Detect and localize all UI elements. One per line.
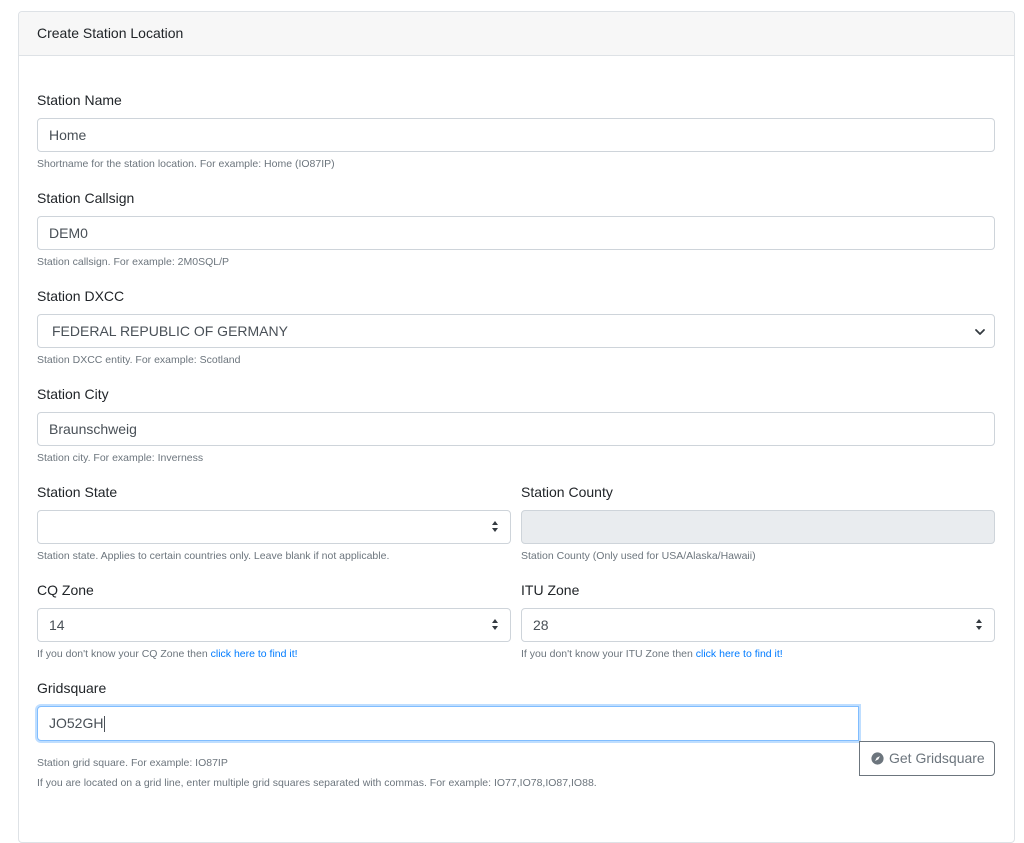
itu-zone-value: 28 — [533, 617, 549, 633]
gridsquare-input[interactable]: JO52GH — [37, 706, 859, 741]
station-city-group: Station City Braunschweig Station city. … — [37, 384, 995, 465]
cq-zone-group: CQ Zone 14 If you don't know your CQ Zon… — [37, 580, 511, 661]
gridsquare-help-2: If you are located on a grid line, enter… — [37, 777, 597, 789]
cq-zone-help-link[interactable]: click here to find it! — [211, 648, 298, 660]
station-name-group: Station Name Home Shortname for the stat… — [37, 90, 995, 171]
select-caret-icon — [492, 520, 499, 534]
select-caret-icon — [976, 618, 983, 632]
card-header: Create Station Location — [19, 12, 1014, 56]
cq-zone-help: If you don't know your CQ Zone then clic… — [37, 647, 511, 661]
cq-zone-value: 14 — [49, 617, 65, 633]
station-dxcc-value: FEDERAL REPUBLIC OF GERMANY — [52, 323, 288, 339]
compass-icon — [871, 752, 884, 765]
cq-zone-help-text: If you don't know your CQ Zone then — [37, 648, 211, 660]
station-callsign-input[interactable]: DEM0 — [37, 216, 995, 250]
cq-zone-label: CQ Zone — [37, 582, 94, 598]
station-state-help: Station state. Applies to certain countr… — [37, 550, 390, 562]
station-card: Create Station Location Station Name Hom… — [18, 11, 1015, 843]
station-callsign-group: Station Callsign DEM0 Station callsign. … — [37, 188, 995, 269]
station-county-group: Station County Station County (Only used… — [521, 482, 995, 563]
station-name-label: Station Name — [37, 92, 122, 108]
select-caret-icon — [492, 618, 499, 632]
itu-zone-label: ITU Zone — [521, 582, 580, 598]
station-name-input[interactable]: Home — [37, 118, 995, 152]
station-county-help: Station County (Only used for USA/Alaska… — [521, 550, 756, 562]
gridsquare-help: Station grid square. For example: IO87IP — [37, 757, 228, 769]
station-city-label: Station City — [37, 386, 109, 402]
station-city-help: Station city. For example: Inverness — [37, 452, 204, 464]
station-city-input[interactable]: Braunschweig — [37, 412, 995, 446]
cq-zone-select[interactable]: 14 — [37, 608, 511, 642]
station-dxcc-select[interactable]: FEDERAL REPUBLIC OF GERMANY — [37, 314, 995, 348]
get-gridsquare-label: Get Gridsquare — [889, 750, 985, 766]
itu-zone-help-link[interactable]: click here to find it! — [696, 648, 783, 660]
itu-zone-select[interactable]: 28 — [521, 608, 995, 642]
get-gridsquare-button[interactable]: Get Gridsquare — [859, 741, 995, 776]
card-title: Create Station Location — [37, 25, 184, 41]
gridsquare-label: Gridsquare — [37, 680, 107, 696]
station-state-group: Station State Station state. Applies to … — [37, 482, 511, 563]
station-callsign-label: Station Callsign — [37, 190, 135, 206]
station-county-input — [521, 510, 995, 544]
station-callsign-help: Station callsign. For example: 2M0SQL/P — [37, 256, 230, 268]
itu-zone-help: If you don't know your ITU Zone then cli… — [521, 647, 995, 661]
gridsquare-value: JO52GH — [49, 715, 104, 731]
station-state-label: Station State — [37, 484, 118, 500]
station-name-help: Shortname for the station location. For … — [37, 158, 335, 170]
station-dxcc-label: Station DXCC — [37, 288, 125, 304]
itu-zone-help-text: If you don't know your ITU Zone then — [521, 648, 696, 660]
station-dxcc-help: Station DXCC entity. For example: Scotla… — [37, 354, 241, 366]
itu-zone-group: ITU Zone 28 If you don't know your ITU Z… — [521, 580, 995, 661]
gridsquare-group: Gridsquare JO52GH Get Gridsquare Station… — [37, 678, 995, 790]
station-dxcc-group: Station DXCC FEDERAL REPUBLIC OF GERMANY… — [37, 286, 995, 367]
station-county-label: Station County — [521, 484, 613, 500]
station-state-select[interactable] — [37, 510, 511, 544]
text-cursor — [104, 716, 106, 733]
chevron-down-icon — [975, 329, 985, 335]
